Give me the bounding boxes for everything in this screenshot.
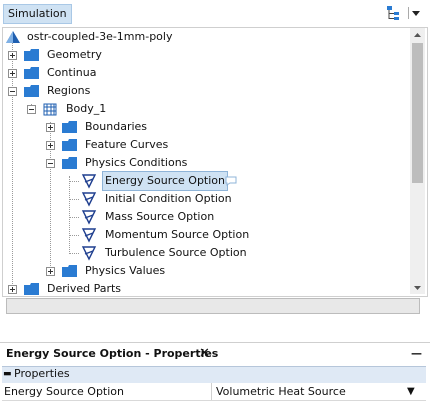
folder-open-icon [62,157,77,169]
tree-item-label: Turbulence Source Option [105,246,247,259]
simulation-tab[interactable]: Simulation [3,4,72,24]
chevron-down-icon[interactable]: ▼ [407,383,415,400]
expand-icon[interactable] [46,123,55,132]
tree-item-label: Momentum Source Option [105,228,250,241]
tree-item-label: Body_1 [66,102,107,115]
tree-item-label: Initial Condition Option [105,192,232,205]
properties-section-label: Properties [14,367,70,380]
tree-item-body-1[interactable]: Body_1 [5,100,305,118]
scroll-up-icon[interactable] [410,28,425,42]
expand-icon[interactable] [46,267,55,276]
tree-item-geometry[interactable]: Geometry [5,46,305,64]
tree-item-continua[interactable]: Continua [5,64,305,82]
tree-item-mass-source-option[interactable]: Mass Source Option [5,208,305,226]
collapse-icon[interactable] [46,159,55,168]
tree-item-boundaries[interactable]: Boundaries [5,118,305,136]
folder-icon [24,67,39,79]
tree-item-label: Energy Source Option [102,171,228,191]
folder-icon [62,139,77,151]
tree-item-physics-conditions[interactable]: Physics Conditions [5,154,305,172]
tree-view-icon[interactable] [385,5,403,21]
scrollbar-thumb[interactable] [412,43,423,183]
tree-item-regions[interactable]: Regions [5,82,305,100]
physics-condition-icon [81,228,97,243]
horizontal-scrollbar[interactable] [6,298,420,314]
minimize-icon[interactable]: — [411,343,422,365]
collapse-icon[interactable] [8,87,17,96]
scroll-down-icon[interactable] [410,281,425,295]
panel-divider [0,318,430,342]
folder-open-icon [24,85,39,97]
tree-item-initial-condition-option[interactable]: Initial Condition Option [5,190,305,208]
tree-item-momentum-source-option[interactable]: Momentum Source Option [5,226,305,244]
expand-icon[interactable] [8,51,17,60]
tree-item-feature-curves[interactable]: Feature Curves [5,136,305,154]
expand-icon[interactable] [8,69,17,78]
tree-item-physics-values[interactable]: Physics Values [5,262,305,280]
expand-icon[interactable] [8,285,17,294]
tree-item-label: Physics Conditions [85,156,188,169]
physics-condition-icon [81,246,97,261]
folder-icon [62,265,77,277]
tree-item-label: Feature Curves [85,138,169,151]
properties-tab[interactable]: Energy Source Option - Properties [0,343,225,365]
property-value-dropdown[interactable]: Volumetric Heat Source [216,383,346,400]
physics-condition-icon [81,174,97,189]
expand-icon[interactable] [46,141,55,150]
column-divider [211,383,212,400]
tree-item-label: Mass Source Option [105,210,215,223]
tree-item-derived-parts[interactable]: Derived Parts [5,280,305,296]
view-menu-icon[interactable] [407,5,423,21]
physics-condition-icon [81,210,97,225]
tree-item-turbulence-source-option[interactable]: Turbulence Source Option [5,244,305,262]
comment-icon[interactable] [225,176,237,186]
tree-item-label: Physics Values [85,264,166,277]
folder-icon [62,121,77,133]
folder-icon [24,49,39,61]
physics-condition-icon [81,192,97,207]
collapse-section-icon[interactable]: ▬ [3,366,12,382]
close-icon[interactable]: ✕ [199,343,210,365]
region-icon [43,103,57,116]
tree-root-label: ostr-coupled-3e-1mm-poly [27,30,173,43]
simulation-tree[interactable]: ostr-coupled-3e-1mm-poly Geometry Contin… [2,27,428,297]
tree-item-energy-source-option[interactable]: Energy Source Option [5,171,305,191]
tree-item-label: Continua [47,66,97,79]
tree-item-label: Geometry [47,48,102,61]
simulation-icon [6,31,20,43]
tree-item-label: Boundaries [85,120,148,133]
tree-item-label: Regions [47,84,91,97]
folder-icon [24,283,39,295]
property-name: Energy Source Option [4,385,124,398]
collapse-icon[interactable] [27,105,36,114]
tree-item-label: Derived Parts [47,282,122,295]
